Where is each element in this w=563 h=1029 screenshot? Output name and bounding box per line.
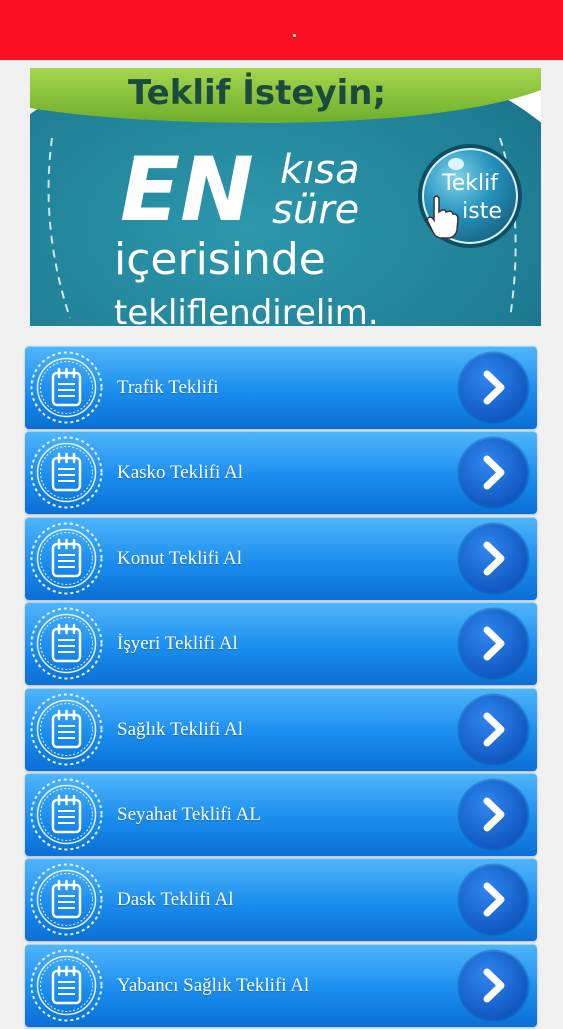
banner-big-letters: EN (120, 138, 254, 241)
menu-item-label: Kasko Teklifi Al (117, 462, 244, 484)
notepad-icon (29, 350, 104, 425)
chevron-right-icon[interactable] (456, 948, 531, 1023)
menu-item[interactable]: Kasko Teklifi Al (25, 431, 537, 515)
teklif-iste-line1: Teklif (441, 171, 499, 196)
menu-item[interactable]: İşyeri Teklifi Al (25, 602, 537, 686)
chevron-right-icon[interactable] (456, 862, 531, 937)
notepad-icon (29, 606, 104, 681)
banner-word-sure: süre (272, 187, 359, 233)
promo-banner[interactable]: Teklif İsteyin; EN kısa süre içerisinde … (30, 68, 541, 326)
status-dot (293, 34, 296, 37)
menu-item-label: Dask Teklifi Al (117, 889, 234, 911)
menu-item[interactable]: Yabancı Sağlık Teklifi Al (25, 943, 537, 1027)
menu-item[interactable]: Seyahat Teklifi AL (25, 772, 537, 856)
menu-item-label: Trafik Teklifi (117, 377, 219, 398)
teklif-iste-button[interactable]: Teklif iste (418, 144, 522, 248)
chevron-right-icon[interactable] (456, 692, 531, 767)
notepad-icon (29, 521, 104, 596)
banner-headline: Teklif İsteyin; (128, 72, 386, 113)
menu-item[interactable]: Konut Teklifi Al (25, 516, 537, 600)
promo-banner-graphic: Teklif İsteyin; EN kısa süre içerisinde … (30, 68, 541, 326)
menu-item-label: Seyahat Teklifi AL (117, 803, 261, 825)
offer-menu: Trafik Teklifi Kasko Teklifi Al Konut Te… (25, 346, 537, 1029)
menu-item-label: İşyeri Teklifi Al (117, 633, 238, 655)
menu-item-label: Yabancı Sağlık Teklifi Al (117, 974, 310, 996)
chevron-right-icon[interactable] (456, 521, 531, 596)
banner-line-icerisinde: içerisinde (114, 234, 326, 285)
teklif-iste-line2: iste (462, 199, 502, 224)
notepad-icon (29, 862, 104, 937)
menu-item-label: Konut Teklifi Al (117, 547, 242, 569)
status-bar (0, 0, 563, 60)
menu-item[interactable]: Dask Teklifi Al (25, 858, 537, 942)
chevron-right-icon[interactable] (456, 777, 531, 852)
chevron-right-icon[interactable] (456, 350, 531, 425)
notepad-icon (29, 777, 104, 852)
notepad-icon (29, 948, 104, 1023)
menu-item-label: Sağlık Teklifi Al (117, 718, 244, 740)
notepad-icon (29, 692, 104, 767)
chevron-right-icon[interactable] (456, 435, 531, 510)
menu-item[interactable]: Trafik Teklifi (25, 346, 537, 429)
menu-item[interactable]: Sağlık Teklifi Al (25, 687, 537, 771)
chevron-right-icon[interactable] (456, 606, 531, 681)
banner-line-teklif: tekliflendirelim. (114, 293, 379, 326)
notepad-icon (29, 435, 104, 510)
